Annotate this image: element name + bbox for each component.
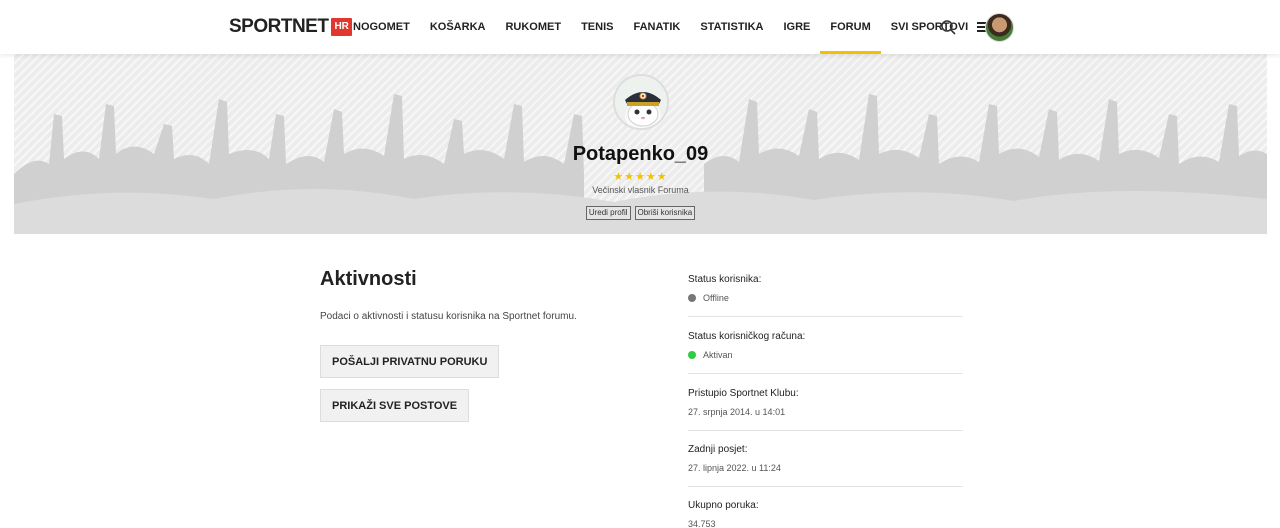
nav-label: TENIS xyxy=(581,21,614,33)
edit-profile-button[interactable]: Uredi profil xyxy=(585,206,631,220)
status-value-text: Offline xyxy=(703,293,729,303)
info-value: Offline xyxy=(688,293,963,303)
status-item-user-status: Status korisnika: Offline xyxy=(688,274,963,303)
info-label: Status korisničkog računa: xyxy=(688,331,806,342)
site-logo[interactable]: SPORTNET HR xyxy=(229,16,352,37)
profile-banner: Potapenko_09 ★★★★★ Večinski vlasnik Foru… xyxy=(14,54,1267,234)
nav-item-igre[interactable]: IGRE xyxy=(774,0,821,54)
nav-label: STATISTIKA xyxy=(700,21,764,33)
nav-label: SVI SPORTOVI xyxy=(890,21,969,33)
nav-item-fanatik[interactable]: FANATIK xyxy=(623,0,690,54)
divider xyxy=(688,486,963,487)
nav-item-nogomet[interactable]: NOGOMET xyxy=(343,0,420,54)
info-label: Ukupno poruka: xyxy=(688,500,759,511)
info-label: Status korisnika: xyxy=(688,274,762,285)
show-all-posts-button[interactable]: PRIKAŽI SVE POSTOVE xyxy=(320,389,470,422)
info-value: 34.753 xyxy=(688,519,716,528)
delete-user-button[interactable]: Obriši korisnika xyxy=(634,206,696,220)
nav-item-statistika[interactable]: STATISTIKA xyxy=(690,0,773,54)
site-header: SPORTNET HR NOGOMET KOŠARKA RUKOMET TENI… xyxy=(0,0,1280,54)
nav-label: NOGOMET xyxy=(353,21,410,33)
nav-label: FANATIK xyxy=(633,21,681,33)
offline-status-dot-icon xyxy=(688,294,696,302)
status-value-text: Aktivan xyxy=(703,350,733,360)
nav-label: FORUM xyxy=(830,21,871,33)
status-item-joined: Pristupio Sportnet Klubu: 27. srpnja 201… xyxy=(688,388,963,417)
activity-title: Aktivnosti xyxy=(320,268,417,290)
info-label: Zadnji posjet: xyxy=(688,444,748,455)
profile-username: Potapenko_09 xyxy=(572,143,709,165)
nav-label: IGRE xyxy=(783,21,811,33)
status-item-account-status: Status korisničkog računa: Aktivan xyxy=(688,331,963,360)
nav-item-forum[interactable]: FORUM xyxy=(820,0,882,54)
profile-actions: Uredi profil Obriši korisnika xyxy=(14,206,1267,220)
user-rank: Večinski vlasnik Foruma xyxy=(592,185,689,195)
divider xyxy=(688,430,963,431)
info-value: Aktivan xyxy=(688,350,963,360)
info-value: 27. lipnja 2022. u 11:24 xyxy=(688,463,781,473)
nav-label: RUKOMET xyxy=(505,21,562,33)
user-avatar[interactable] xyxy=(985,13,1014,42)
divider xyxy=(688,316,963,317)
info-value: 27. srpnja 2014. u 14:01 xyxy=(688,407,786,417)
nav-label: KOŠARKA xyxy=(429,21,486,33)
search-icon[interactable] xyxy=(940,19,956,35)
status-item-last-visit: Zadnji posjet: 27. lipnja 2022. u 11:24 xyxy=(688,444,963,473)
nav-item-kosarka[interactable]: KOŠARKA xyxy=(420,0,496,54)
status-item-total-posts: Ukupno poruka: 34.753 xyxy=(688,500,963,528)
divider xyxy=(688,373,963,374)
logo-text: SPORTNET xyxy=(229,16,329,37)
active-status-dot-icon xyxy=(688,351,696,359)
activity-description: Podaci o aktivnosti i statusu korisnika … xyxy=(320,311,577,322)
send-private-message-button[interactable]: POŠALJI PRIVATNU PORUKU xyxy=(320,345,500,378)
nav-item-tenis[interactable]: TENIS xyxy=(571,0,623,54)
rating-stars: ★★★★★ xyxy=(613,171,668,183)
profile-avatar xyxy=(613,74,669,130)
nav-item-rukomet[interactable]: RUKOMET xyxy=(495,0,571,54)
info-label: Pristupio Sportnet Klubu: xyxy=(688,388,799,399)
main-nav: NOGOMET KOŠARKA RUKOMET TENIS FANATIK ST… xyxy=(343,0,999,54)
